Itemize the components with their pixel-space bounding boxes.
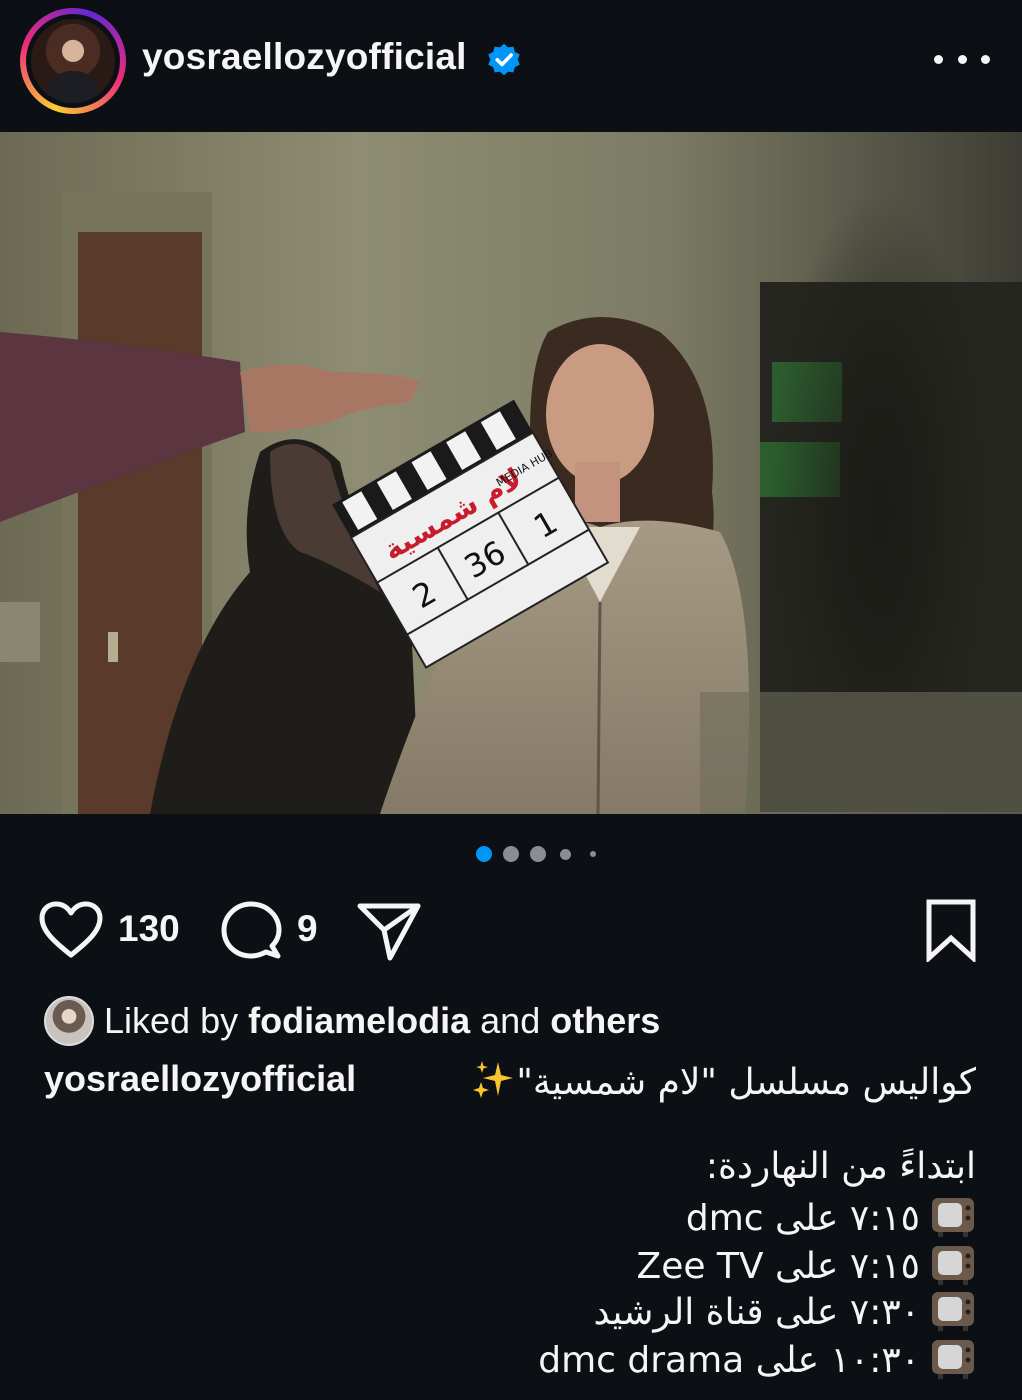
heart-icon[interactable] bbox=[38, 900, 104, 960]
schedule-line: ١٠:٣٠ على dmc drama bbox=[538, 1336, 976, 1381]
liked-by-others[interactable]: others bbox=[550, 1000, 660, 1041]
carousel-dot bbox=[530, 846, 546, 862]
schedule-line: ٧:١٥ على Zee TV bbox=[637, 1242, 976, 1287]
post-image[interactable]: لام شمسية 2 36 1 MEDIA HUB bbox=[0, 132, 1022, 814]
sparkles-icon bbox=[473, 1061, 514, 1098]
schedule-text: ٧:١٥ على Zee TV bbox=[636, 1246, 920, 1287]
more-dot bbox=[934, 54, 943, 64]
caption-intro: ابتداءً من النهاردة: bbox=[705, 1146, 976, 1187]
schedule-text: ١٠:٣٠ على dmc drama bbox=[538, 1340, 920, 1381]
television-icon bbox=[932, 1340, 974, 1379]
post-header: yosraellozyofficial bbox=[0, 0, 1022, 130]
television-icon bbox=[932, 1198, 974, 1237]
caption-title-line: كواليس مسلسل "لام شمسية" bbox=[446, 1058, 976, 1103]
liked-by-text: Liked by fodiamelodia and others bbox=[104, 1000, 660, 1042]
carousel-indicator bbox=[0, 846, 1022, 862]
comment-count[interactable]: 9 bbox=[297, 908, 318, 950]
television-icon bbox=[932, 1292, 974, 1331]
post-photo-illustration: لام شمسية 2 36 1 MEDIA HUB bbox=[0, 132, 1022, 814]
television-icon bbox=[932, 1246, 974, 1285]
carousel-dot bbox=[590, 851, 596, 857]
like-count[interactable]: 130 bbox=[118, 908, 180, 950]
carousel-dot bbox=[503, 846, 519, 862]
schedule-line: ٧:١٥ على dmc bbox=[686, 1194, 976, 1239]
bookmark-icon[interactable] bbox=[924, 898, 978, 962]
profile-avatar[interactable] bbox=[31, 19, 115, 103]
liked-by-and: and bbox=[480, 1000, 541, 1041]
share-icon[interactable] bbox=[356, 900, 422, 962]
more-dot bbox=[981, 54, 990, 64]
verified-badge-icon bbox=[488, 43, 520, 76]
comment-icon[interactable] bbox=[220, 900, 282, 962]
schedule-line: ٧:٣٠ على قناة الرشيد bbox=[593, 1288, 976, 1333]
more-dot bbox=[957, 54, 967, 64]
post-actions: 130 9 bbox=[0, 890, 1022, 970]
liked-by-prefix: Liked by bbox=[104, 1000, 239, 1041]
caption-username[interactable]: yosraellozyofficial bbox=[44, 1058, 356, 1100]
more-options-button[interactable] bbox=[934, 44, 990, 74]
schedule-text: ٧:٣٠ على قناة الرشيد bbox=[593, 1292, 920, 1333]
profile-avatar-story-ring[interactable] bbox=[20, 8, 126, 114]
liked-by-user[interactable]: fodiamelodia bbox=[248, 1000, 470, 1041]
liked-by[interactable]: Liked by fodiamelodia and others bbox=[44, 996, 1004, 1046]
liked-by-avatar[interactable] bbox=[44, 996, 94, 1046]
caption-title: كواليس مسلسل "لام شمسية" bbox=[516, 1062, 976, 1103]
schedule-text: ٧:١٥ على dmc bbox=[685, 1198, 920, 1239]
carousel-dot bbox=[560, 849, 571, 860]
carousel-dot-active bbox=[476, 846, 492, 862]
post-username[interactable]: yosraellozyofficial bbox=[142, 36, 467, 78]
